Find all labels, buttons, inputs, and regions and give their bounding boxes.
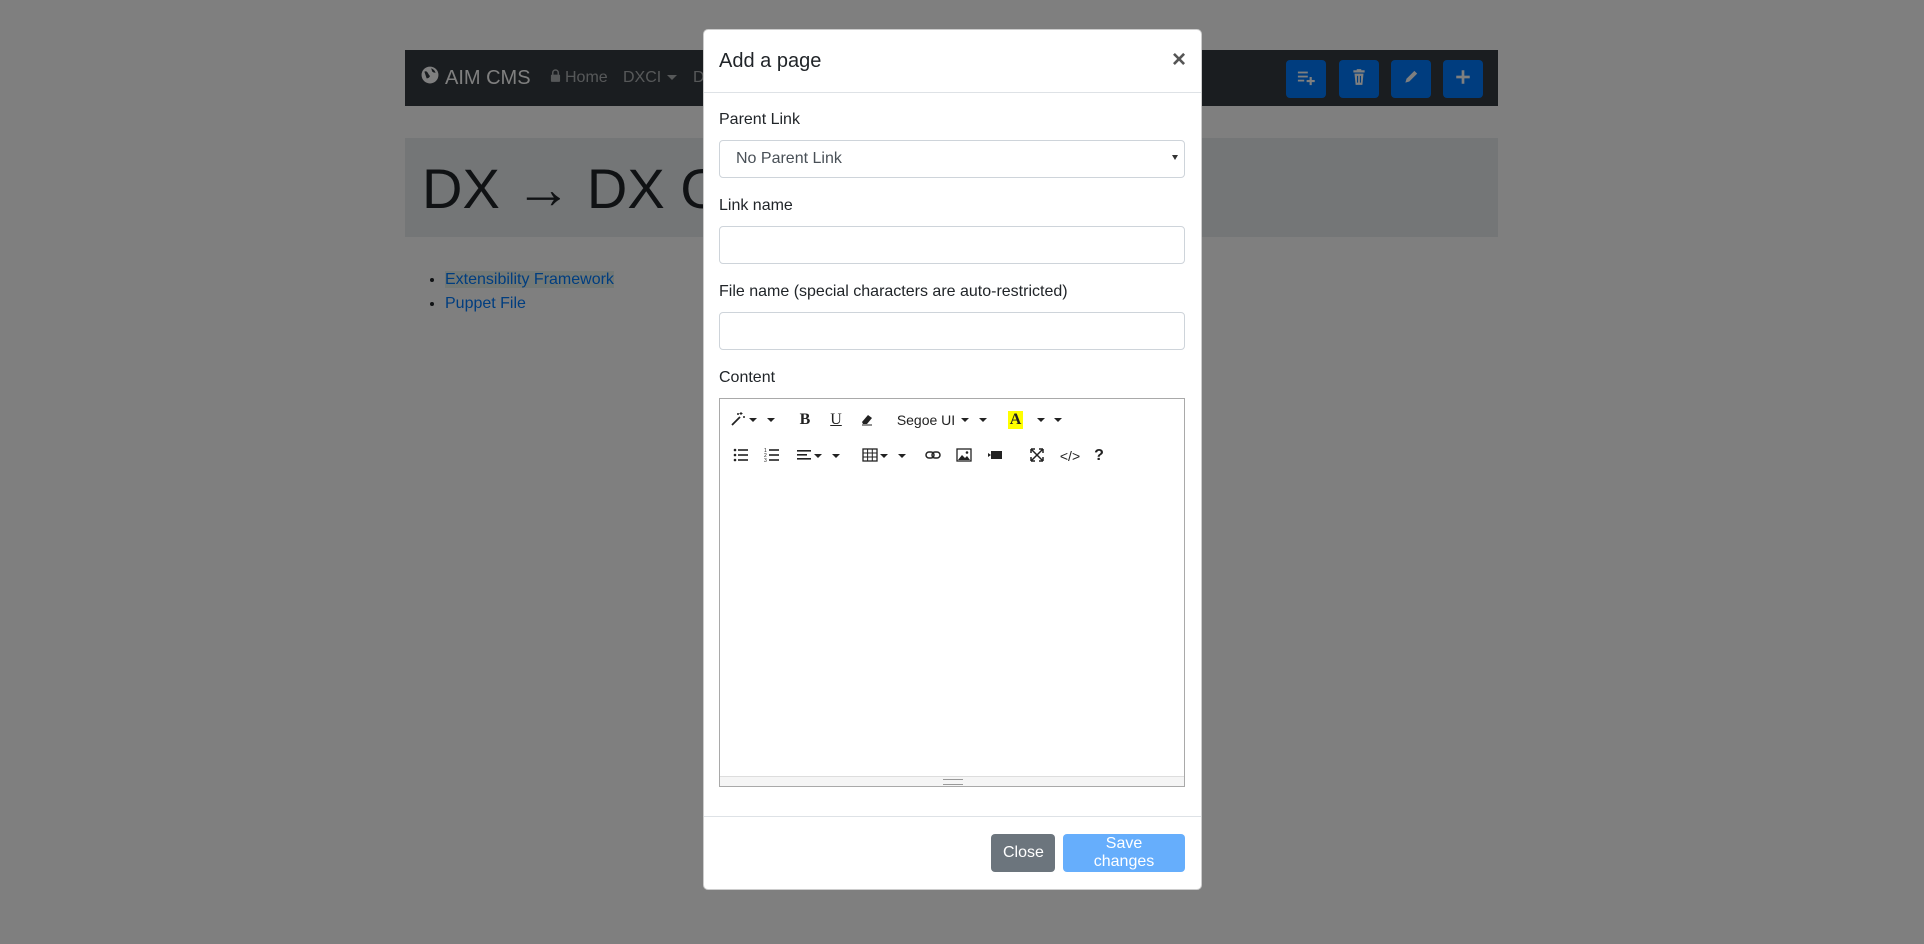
- help-icon: ?: [1094, 447, 1104, 464]
- fullscreen-button[interactable]: [1026, 443, 1048, 469]
- file-name-input[interactable]: [719, 312, 1185, 350]
- insert-link-button[interactable]: [922, 443, 944, 469]
- chevron-down-icon: [814, 454, 822, 458]
- code-view-button[interactable]: </>: [1056, 443, 1084, 469]
- bold-button[interactable]: B: [794, 407, 816, 433]
- link-name-label: Link name: [719, 197, 793, 214]
- ordered-list-button[interactable]: 123: [761, 443, 783, 469]
- parent-link-label: Parent Link: [719, 111, 800, 128]
- editor-resize-handle[interactable]: [720, 776, 1184, 786]
- svg-text:3: 3: [764, 458, 767, 463]
- image-icon: [956, 447, 972, 466]
- video-icon: [987, 447, 1003, 466]
- paragraph-align-dropdown[interactable]: [794, 443, 842, 469]
- chevron-down-icon: [1054, 418, 1063, 422]
- rich-text-editor: B U Segoe UI A 123 </> ?: [719, 398, 1185, 787]
- chevron-down-icon: [1037, 418, 1046, 422]
- save-changes-button[interactable]: Save changes: [1063, 834, 1185, 872]
- modal-header: Add a page ×: [704, 30, 1201, 93]
- expand-icon: [1029, 447, 1045, 466]
- text-color-button[interactable]: A: [1004, 407, 1066, 433]
- grip-icon: [943, 779, 963, 785]
- numbered-list-icon: 123: [764, 447, 780, 466]
- underline-icon: U: [830, 411, 842, 428]
- unordered-list-button[interactable]: [730, 443, 752, 469]
- chevron-down-icon: [880, 454, 888, 458]
- close-icon[interactable]: ×: [1172, 46, 1186, 74]
- bullet-list-icon: [733, 447, 749, 466]
- clear-format-button[interactable]: [856, 407, 878, 433]
- insert-image-button[interactable]: [953, 443, 975, 469]
- modal-title: Add a page: [719, 50, 822, 72]
- parent-link-value: No Parent Link: [736, 150, 842, 167]
- close-button[interactable]: Close: [991, 834, 1055, 872]
- file-name-label: File name (special characters are auto-r…: [719, 283, 1068, 300]
- chevron-down-icon: [898, 454, 906, 458]
- chevron-down-icon: [832, 454, 840, 458]
- align-left-icon: [796, 447, 812, 466]
- editor-content-area[interactable]: [720, 479, 1184, 777]
- table-dropdown[interactable]: [860, 443, 908, 469]
- text-color-icon: A: [1007, 411, 1024, 429]
- link-name-input[interactable]: [719, 226, 1185, 264]
- select-arrow-icon: [1172, 155, 1178, 160]
- insert-video-button[interactable]: [984, 443, 1006, 469]
- eraser-icon: [859, 411, 875, 430]
- chevron-down-icon: [979, 418, 988, 422]
- chevron-down-icon: [748, 418, 757, 422]
- help-button[interactable]: ?: [1088, 443, 1110, 469]
- chevron-down-icon: [961, 418, 970, 422]
- link-icon: [925, 447, 941, 466]
- style-dropdown[interactable]: [730, 407, 775, 433]
- modal-footer: Close Save changes: [704, 816, 1201, 889]
- bold-icon: B: [799, 411, 811, 428]
- font-name-value: Segoe UI: [896, 412, 956, 428]
- content-label: Content: [719, 369, 776, 386]
- magic-wand-icon: [730, 411, 746, 430]
- chevron-down-icon: [766, 418, 775, 422]
- code-icon: </>: [1059, 448, 1081, 464]
- underline-button[interactable]: U: [825, 407, 847, 433]
- table-icon: [862, 447, 878, 466]
- parent-link-select[interactable]: No Parent Link: [719, 140, 1185, 178]
- add-page-modal: Add a page × Parent Link No Parent Link …: [703, 29, 1202, 890]
- font-name-dropdown[interactable]: Segoe UI: [894, 407, 990, 433]
